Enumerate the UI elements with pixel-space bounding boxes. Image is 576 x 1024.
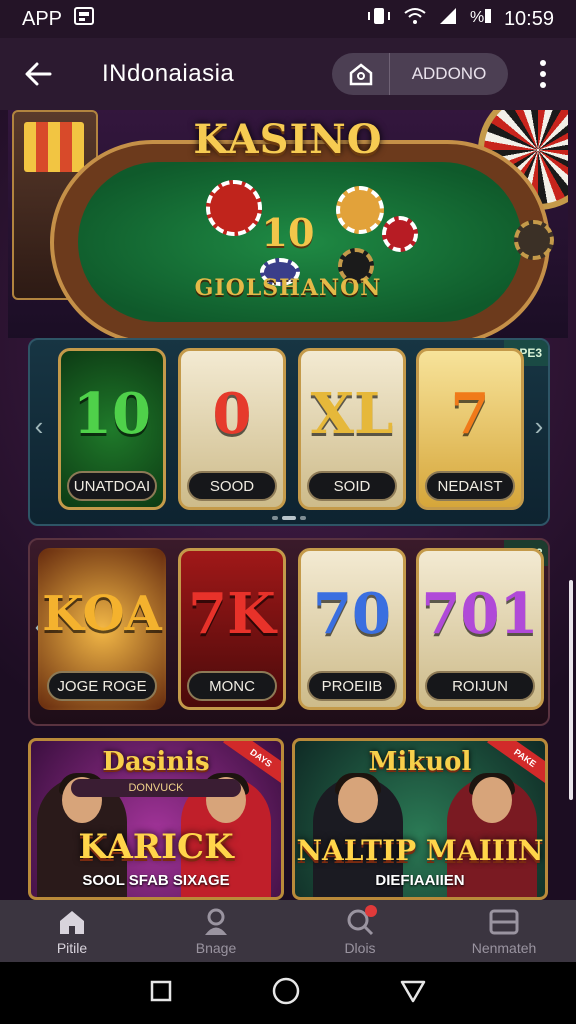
nav-label: Bnage [195, 939, 237, 956]
page-title: INdonaiasia [102, 60, 235, 87]
game-label: PROEIIB [307, 671, 397, 701]
game-card[interactable]: 10 UNATDOAI [58, 348, 166, 510]
promo-footer: DIEFIAAIIEN [375, 872, 465, 889]
game-label: SOOD [187, 471, 277, 501]
game-label: UNATDOAI [67, 471, 157, 501]
reel-symbol: 701 [421, 581, 539, 647]
status-time: 10:59 [503, 7, 554, 30]
chevron-right-icon[interactable]: › [532, 411, 546, 441]
nav-label: Nenmateh [471, 939, 537, 956]
game-label: MONC [187, 671, 277, 701]
system-nav-bar [0, 962, 576, 1024]
recents-icon[interactable] [149, 979, 173, 1008]
person-icon [199, 907, 233, 937]
search-icon [343, 904, 377, 937]
reel-symbol: 0 [212, 381, 252, 447]
game-card[interactable]: KOA JOGE ROGE [38, 548, 166, 710]
notification-dot [365, 904, 377, 917]
game-card[interactable]: 0 SOOD [178, 348, 286, 510]
reel-symbol: XL [310, 381, 394, 447]
reel-panel-2[interactable]: OOE3 ‹ KOA JOGE ROGE 7K MONC 70 PROEIIB … [28, 538, 550, 726]
hero-title: KASINO [193, 116, 383, 163]
cast-icon [74, 7, 95, 31]
nav-item-profile[interactable]: Bnage [144, 900, 288, 962]
game-card[interactable]: 7 NEDAIST [416, 348, 524, 510]
game-label: NEDAIST [425, 471, 515, 501]
promo-title: Mikuol [368, 747, 472, 777]
more-options-icon[interactable] [528, 60, 558, 88]
nav-label: Pitile [56, 939, 88, 956]
list-icon [487, 907, 521, 937]
promo-title: Dasinis [102, 747, 210, 777]
nav-item-list[interactable]: Nenmateh [432, 900, 576, 962]
promo-main-text: KARICK [78, 827, 234, 867]
battery-percent-icon: % [470, 7, 492, 31]
home-circle-icon[interactable] [271, 976, 301, 1011]
hero-felt-text: GIOLSHANON [194, 275, 382, 301]
addono-button[interactable]: ADDONO [390, 64, 508, 84]
reel-symbol: 7K [188, 581, 276, 647]
reel-panel-1[interactable]: OPE3 ‹ › 10 UNATDOAI 0 SOOD XL SOID 7 NE… [28, 338, 550, 526]
back-triangle-icon[interactable] [399, 978, 427, 1009]
reel-symbol: 70 [313, 581, 391, 647]
hero-center-number: 10 [261, 210, 315, 255]
promo-subtitle: DONVUCK [71, 779, 241, 797]
home-icon [55, 907, 89, 937]
game-label: JOGE ROGE [47, 671, 157, 701]
nav-label: Dlois [344, 939, 376, 956]
main-content[interactable]: KASINO 10 GIOLSHANON OPE3 ‹ › 10 UNATDOA… [0, 110, 576, 900]
reel-symbol: KOA [42, 586, 162, 642]
status-app-label: APP [22, 7, 63, 30]
bottom-nav: Pitile Bnage Dlois Nenmateh [0, 900, 576, 962]
promo-footer: SOOL SFAB SIXAGE [82, 872, 230, 889]
reel-symbol: 10 [73, 381, 151, 447]
status-bar: APP % 10:59 [0, 0, 576, 38]
vibrate-icon [366, 7, 392, 31]
scrollbar[interactable] [569, 580, 573, 800]
game-card[interactable]: 7K MONC [178, 548, 286, 710]
nav-item-search[interactable]: Dlois [288, 900, 432, 962]
game-label: SOID [307, 471, 397, 501]
arrow-left-icon [25, 62, 52, 86]
nav-item-home[interactable]: Pitile [0, 900, 144, 962]
promo-main-text: NALTIP MAIIIN [296, 834, 544, 867]
carousel-indicator [30, 516, 548, 520]
game-card[interactable]: XL SOID [298, 348, 406, 510]
game-card[interactable]: 701 ROIJUN [416, 548, 544, 710]
svg-text:%: % [470, 9, 484, 25]
game-label: ROIJUN [425, 671, 535, 701]
addono-pill[interactable]: ADDONO [332, 53, 508, 95]
signal-icon [438, 7, 458, 31]
house-search-icon[interactable] [332, 53, 390, 95]
promo-card[interactable]: DAYS Dasinis DONVUCK KARICK SOOL SFAB SI… [28, 738, 284, 900]
reel-symbol: 7 [450, 381, 490, 447]
hero-banner[interactable]: KASINO 10 GIOLSHANON [8, 110, 568, 338]
game-card[interactable]: 70 PROEIIB [298, 548, 406, 710]
app-bar: INdonaiasia ADDONO [0, 38, 576, 110]
chevron-left-icon[interactable]: ‹ [32, 411, 46, 441]
back-button[interactable] [18, 54, 58, 94]
promo-card[interactable]: PAKE Mikuol NALTIP MAIIIN DIEFIAAIIEN [292, 738, 548, 900]
wifi-icon [404, 7, 426, 31]
